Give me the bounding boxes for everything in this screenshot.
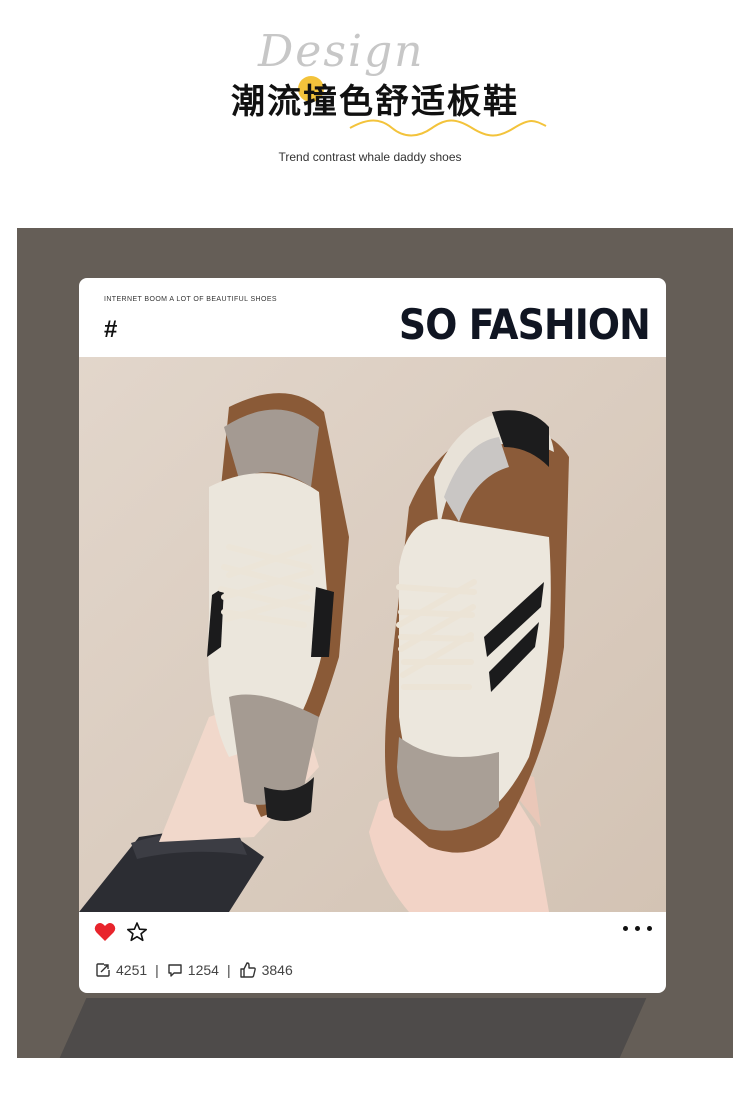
- hashtag-symbol: #: [104, 316, 118, 343]
- stat-separator: |: [155, 962, 159, 978]
- comment-icon: [168, 964, 182, 977]
- more-dots-icon[interactable]: [623, 926, 652, 931]
- post-actions: 4251 | 1254 | 3846: [79, 912, 666, 993]
- product-photo: [79, 357, 666, 912]
- stat-separator: |: [226, 962, 231, 978]
- wave-underline-icon: [349, 119, 547, 137]
- comment-stat[interactable]: 1254: [167, 962, 219, 978]
- share-icon: [96, 963, 110, 977]
- design-script-word: Design: [258, 26, 425, 77]
- sneakers-illustration: [79, 357, 666, 912]
- legs-silhouette: [59, 998, 647, 1058]
- star-icon[interactable]: [126, 921, 148, 943]
- page-header: Design 潮流撞色舒适板鞋 Trend contrast whale dad…: [0, 0, 750, 200]
- post-stats: 4251 | 1254 | 3846: [95, 961, 293, 979]
- share-count: 4251: [116, 962, 148, 978]
- like-count: 3846: [261, 962, 293, 978]
- like-stat[interactable]: 3846: [239, 962, 293, 978]
- page-subtitle: Trend contrast whale daddy shoes: [278, 150, 462, 164]
- card-headline: SO FASHION: [399, 300, 651, 349]
- heart-icon[interactable]: [94, 922, 116, 942]
- comment-count: 1254: [187, 962, 219, 978]
- share-stat[interactable]: 4251: [95, 962, 147, 978]
- card-tagline: INTERNET BOOM A LOT OF BEAUTIFUL SHOES: [104, 296, 277, 303]
- thumbs-up-icon: [239, 962, 256, 978]
- social-post-card: INTERNET BOOM A LOT OF BEAUTIFUL SHOES #…: [79, 278, 666, 993]
